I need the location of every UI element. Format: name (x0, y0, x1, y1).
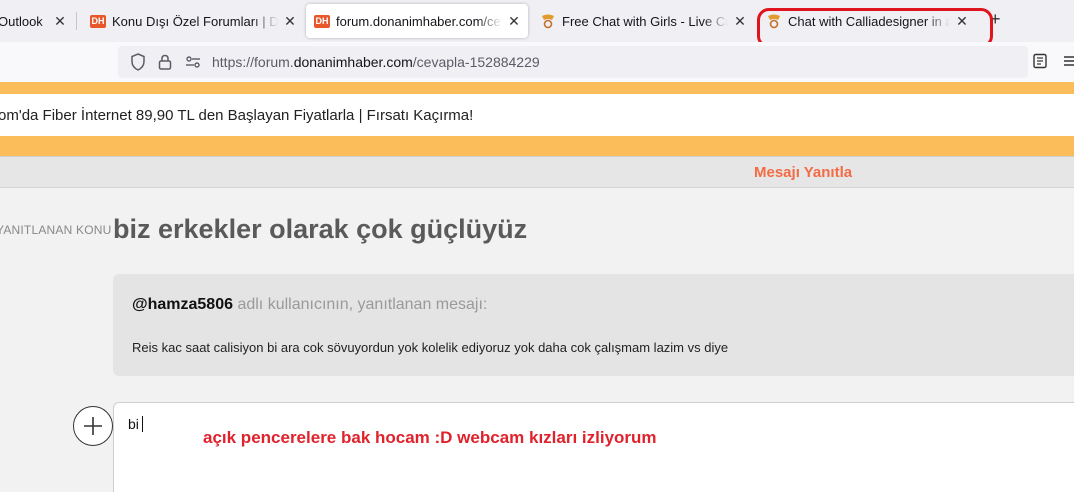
url-prefix: https://forum. (212, 54, 294, 70)
reply-header-title: Mesajı Yanıtla (754, 164, 853, 181)
overlay-annotation-text: açık pencerelere bak hocam :D webcam kız… (203, 428, 657, 447)
editor-content[interactable]: bi (128, 416, 143, 432)
replied-topic-label: YANITLANAN KONU (0, 223, 112, 237)
tab-forum-cevapla[interactable]: DH forum.donanimhaber.com/cevapla ✕ (306, 4, 528, 38)
promo-text[interactable]: om'da Fiber İnternet 89,90 TL den Başlay… (0, 107, 473, 124)
promo-banner[interactable]: om'da Fiber İnternet 89,90 TL den Başlay… (0, 94, 1074, 136)
quoted-message-text: Reis kac saat calisiyon bi ara cok sövuy… (132, 340, 729, 355)
tab-title: Konu Dışı Özel Forumları | Donanım (112, 13, 278, 29)
tab-close-icon[interactable]: ✕ (52, 13, 68, 30)
text-caret (141, 416, 143, 432)
chat-site-icon (766, 13, 782, 29)
shield-icon[interactable] (129, 53, 147, 71)
quote-header: @hamza5806 adlı kullanıcının, yanıtlanan… (132, 296, 487, 314)
tab-title: Free Chat with Girls - Live Cam (562, 13, 728, 29)
tab-title: forum.donanimhaber.com/cevapla (336, 13, 502, 29)
url-domain: donanimhaber.com (293, 54, 413, 70)
lock-icon[interactable] (156, 53, 174, 71)
add-media-plus-icon[interactable] (73, 406, 113, 446)
reply-header-bar: Mesajı Yanıtla (0, 156, 1074, 188)
tab-title: Chat with Calliadesigner in a Live (788, 13, 950, 29)
donanimhaber-icon: DH (314, 14, 330, 28)
toolbar-more-icon[interactable] (1062, 53, 1074, 71)
reader-view-icon[interactable] (1032, 53, 1050, 71)
tab-close-icon[interactable]: ✕ (506, 13, 522, 30)
donanimhaber-icon: DH (90, 14, 106, 28)
tab-konu-disi[interactable]: DH Konu Dışı Özel Forumları | Donanım ✕ (90, 4, 298, 38)
url-path: /cevapla-152884229 (412, 54, 540, 70)
quote-header-suffix: adlı kullanıcının, yanıtlanan mesajı: (233, 296, 488, 313)
tab-close-icon[interactable]: ✕ (954, 13, 970, 30)
orange-band-top (0, 82, 1074, 94)
tab-separator (76, 12, 77, 30)
tab-close-icon[interactable]: ✕ (732, 13, 748, 30)
editor-typed-text: bi (128, 416, 139, 432)
tab-outlook[interactable]: Outlook ✕ (0, 4, 68, 38)
topic-title: biz erkekler olarak çok güçlüyüz (113, 214, 528, 244)
chat-site-icon (540, 13, 556, 29)
url-text[interactable]: https://forum.donanimhaber.com/cevapla-1… (212, 54, 540, 70)
new-tab-plus-icon[interactable]: + (990, 9, 1001, 30)
tab-calliadesigner[interactable]: Chat with Calliadesigner in a Live ✕ (766, 4, 970, 38)
orange-band-bottom (0, 136, 1074, 156)
tab-free-chat[interactable]: Free Chat with Girls - Live Cam ✕ (540, 4, 748, 38)
quoted-username[interactable]: @hamza5806 (132, 296, 233, 313)
permissions-icon[interactable] (184, 53, 202, 71)
quoted-message-box (113, 274, 1074, 376)
tab-title: Outlook (0, 13, 43, 29)
tab-close-icon[interactable]: ✕ (282, 13, 298, 30)
